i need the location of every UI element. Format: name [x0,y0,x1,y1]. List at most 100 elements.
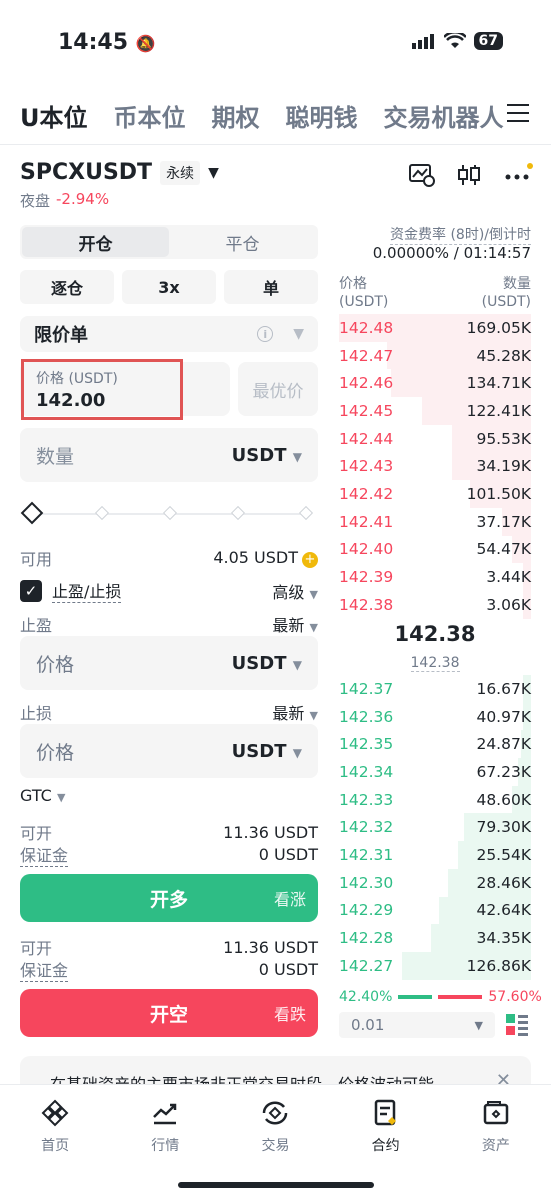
bid-row[interactable]: 142.27 126.86K [339,951,531,980]
tif-select[interactable]: GTC ▼ [20,786,65,805]
ask-row[interactable]: 142.48 169.05K [339,314,531,342]
slider-handle[interactable] [20,501,44,525]
ask-row[interactable]: 142.43 34.19K [339,452,531,481]
bid-row[interactable]: 142.28 34.35K [339,924,531,952]
ask-price: 142.42 [339,484,394,503]
order-type-select[interactable]: 限价单 i ▼ [20,316,318,352]
advanced-select[interactable]: 高级 ▼ [272,579,318,603]
bid-row[interactable]: 142.36 40.97K [339,702,531,731]
slider-step-50[interactable] [162,505,178,521]
margin-mode-button[interactable]: 逐仓 [20,270,114,304]
buy-ratio-bar [398,995,433,999]
ask-row[interactable]: 142.41 37.17K [339,507,531,536]
tab-coinm[interactable]: 币本位 [114,98,186,133]
ask-row[interactable]: 142.38 3.06K [339,590,531,619]
tp-price-input[interactable]: 价格 USDT ▼ [20,636,318,690]
bid-qty: 48.60K [476,790,531,809]
ask-qty: 3.44K [486,568,531,587]
bid-price: 142.37 [339,679,394,698]
nav-home[interactable]: 首页 [15,1099,95,1200]
precision-select[interactable]: 0.01 ▼ [339,1012,495,1038]
ask-price: 142.43 [339,457,394,476]
short-margin-row: 保证金 0 USDT [20,957,318,982]
quantity-input[interactable]: 数量 USDT ▼ [20,428,318,482]
bid-row[interactable]: 142.30 28.46K [339,868,531,897]
caret-down-icon: ▼ [474,1018,483,1032]
price-header: 价格 [339,276,367,292]
best-price-button[interactable]: 最优价 [238,362,318,416]
tp-trigger-select[interactable]: 最新 ▼ [272,612,318,636]
sl-label: 止损 [20,704,53,723]
orderbook-layout-icon[interactable] [506,1014,528,1036]
tab-open[interactable]: 开仓 [22,227,169,257]
ask-price: 142.46 [339,374,394,393]
can-open-value: 11.36 USDT [223,822,318,842]
tab-options[interactable]: 期权 [212,98,260,133]
ask-row[interactable]: 142.46 134.71K [339,369,531,398]
caret-down-icon: ▼ [293,326,304,342]
ask-row[interactable]: 142.47 45.28K [339,341,531,370]
ask-price: 142.48 [339,318,394,337]
open-short-button[interactable]: 开空 看跌 [20,989,318,1037]
position-mode-button[interactable]: 单 [224,270,318,304]
sl-price-placeholder: 价格 [36,741,75,764]
bearish-label: 看跌 [273,1005,306,1024]
available-row: 可用 4.05 USDT + [20,546,318,570]
tab-smart-money[interactable]: 聪明钱 [286,98,358,133]
funding-rate-value: 0.00000% / 01:14:57 [372,244,531,262]
bid-row[interactable]: 142.32 79.30K [339,813,531,842]
unit-select[interactable]: USDT ▼ [232,741,302,762]
ask-row[interactable]: 142.44 95.53K [339,424,531,453]
slider-step-25[interactable] [94,505,110,521]
tpsl-checkbox[interactable]: ✓ [20,579,42,602]
bid-row[interactable]: 142.33 48.60K [339,785,531,814]
chart-icon[interactable] [409,163,435,187]
ask-row[interactable]: 142.40 54.47K [339,535,531,564]
more-icon[interactable] [503,163,533,187]
ask-row[interactable]: 142.45 122.41K [339,397,531,425]
ask-row[interactable]: 142.39 3.44K [339,563,531,591]
add-funds-icon[interactable]: + [302,552,318,568]
last-price[interactable]: 142.38 [339,622,531,646]
ask-qty: 169.05K [466,318,531,337]
sl-trigger-select[interactable]: 最新 ▼ [272,700,318,724]
nav-futures-label: 合约 [371,1138,400,1154]
hamburger-menu-icon[interactable] [507,104,529,128]
slider-step-75[interactable] [230,505,246,521]
bid-row[interactable]: 142.37 16.67K [339,675,531,703]
nav-assets[interactable]: 资产 [456,1099,536,1200]
slider-step-100[interactable] [298,505,314,521]
bid-row[interactable]: 142.35 24.87K [339,730,531,759]
buy-ratio: 42.40% [339,989,393,1005]
unit-select[interactable]: USDT ▼ [232,653,302,674]
open-long-label: 开多 [149,888,188,911]
amount-slider[interactable] [20,501,314,525]
ask-row[interactable]: 142.42 101.50K [339,480,531,508]
ask-price: 142.47 [339,346,394,365]
ask-price: 142.40 [339,540,394,559]
highlight-box [21,359,183,420]
open-long-button[interactable]: 开多 看涨 [20,874,318,922]
tab-trading-bots[interactable]: 交易机器人 [384,98,504,133]
info-icon[interactable]: i [257,326,274,342]
ask-list: 142.48 169.05K 142.47 45.28K 142.46 134.71K 14… [339,314,531,619]
bid-row[interactable]: 142.31 25.54K [339,841,531,869]
nav-trade-label: 交易 [261,1138,290,1154]
symbol-selector[interactable]: SPCXUSDT 永续 ▼ [20,160,219,185]
unit-select[interactable]: USDT ▼ [232,445,302,466]
sl-price-input[interactable]: 价格 USDT ▼ [20,724,318,778]
tab-close[interactable]: 平仓 [169,227,316,257]
leverage-button[interactable]: 3x [122,270,216,304]
bid-price: 142.36 [339,707,394,726]
open-close-toggle: 开仓 平仓 [20,225,318,259]
bid-price: 142.32 [339,818,394,837]
candlestick-icon[interactable] [457,163,481,187]
mute-bell-icon: 🔕 [135,34,156,53]
bid-row[interactable]: 142.29 42.64K [339,896,531,925]
precision-value: 0.01 [351,1016,385,1034]
ask-qty: 122.41K [466,401,531,420]
ask-qty: 101.50K [466,484,531,503]
bid-row[interactable]: 142.34 67.23K [339,758,531,786]
battery-indicator: 67 [473,32,503,50]
tab-usdm[interactable]: U本位 [20,98,88,133]
